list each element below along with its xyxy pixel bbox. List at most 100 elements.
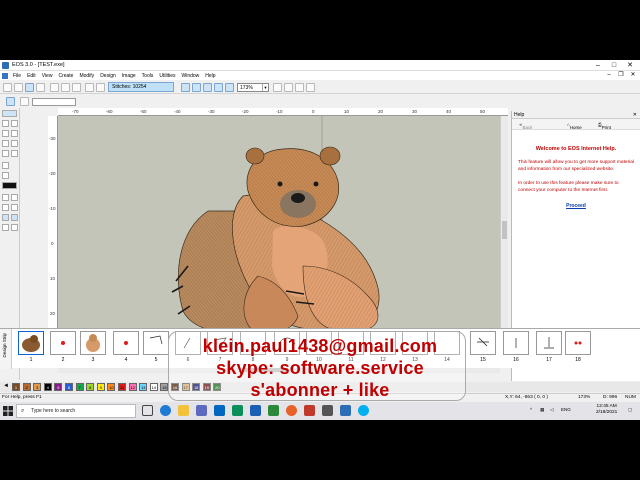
ruler-label: 10 [344,109,350,114]
clock-date: 2/18/2021 [596,410,618,415]
scroll-thumb[interactable] [502,221,507,239]
distribute-tool-icon[interactable] [11,224,18,231]
zoom-out-icon[interactable] [192,83,201,92]
rotate-tool-icon[interactable] [2,194,9,201]
stitch-view-icon[interactable] [306,83,315,92]
reshape-tool-icon[interactable] [2,120,9,127]
monogram-tool-icon[interactable] [2,172,9,179]
group-tool-icon[interactable] [2,214,9,221]
menu-design[interactable]: Design [97,73,119,79]
pointer-tool-icon[interactable] [2,110,17,117]
knife-tool-icon[interactable] [2,130,9,137]
notification-icon[interactable]: ▢ [628,407,632,413]
app-icon-green[interactable] [268,405,279,416]
doc-icon [2,72,8,79]
menu-modify[interactable]: Modify [76,73,97,79]
text-tool-icon[interactable] [2,162,9,169]
help-back-label: Back [522,125,533,130]
language-indicator[interactable]: ENG [561,407,571,412]
ruler-label: 10 [50,276,56,281]
word-icon[interactable] [250,405,261,416]
ruler-label: -30 [208,109,215,114]
applique-tool-icon[interactable] [11,150,18,157]
color-swatch-icon[interactable] [2,182,17,189]
ruler-label: -10 [276,109,283,114]
ruler-icon[interactable] [284,83,293,92]
menu-image[interactable]: Image [119,73,139,79]
fill-tool-icon[interactable] [2,140,9,147]
menu-help[interactable]: Help [202,73,218,79]
overlay-email: klein.paul1438@gmail.com [202,336,438,356]
network-icon[interactable]: ▦ [540,407,544,413]
eraser-tool-icon[interactable] [11,130,18,137]
zoom-select[interactable]: 173% ▼ [237,83,269,92]
copy-icon[interactable] [61,83,70,92]
store-icon[interactable] [196,405,207,416]
grid-icon[interactable] [273,83,282,92]
ungroup-tool-icon[interactable] [11,214,18,221]
windows-start-icon[interactable] [2,405,14,417]
save-icon[interactable] [25,83,34,92]
help-back-button[interactable]: ◄ Back [518,122,532,130]
node-tool-icon[interactable] [11,120,18,127]
volume-icon[interactable]: ◁ [550,407,553,413]
align-tool-icon[interactable] [2,224,9,231]
minimize-button[interactable]: – [590,61,606,70]
maximize-button[interactable]: □ [606,61,622,70]
proceed-link[interactable]: Proceed [512,203,640,209]
undo-icon[interactable] [85,83,94,92]
object-combo[interactable] [32,98,76,106]
task-view-icon[interactable] [142,405,153,416]
select-tool-icon[interactable] [6,97,15,106]
print-icon[interactable] [36,83,45,92]
redo-icon[interactable] [96,83,105,92]
mirror-tool-icon[interactable] [11,194,18,201]
taskbar-search-input[interactable]: ⌕ Type here to search [16,404,136,418]
edge-icon[interactable] [160,405,171,416]
bear-eye-left [277,181,283,187]
run-tool-icon[interactable] [2,150,9,157]
mail-icon[interactable] [214,405,225,416]
new-icon[interactable] [3,83,12,92]
zoom-area-icon[interactable] [214,83,223,92]
chevron-down-icon[interactable]: ▼ [262,84,268,91]
eos-app-icon[interactable] [340,405,351,416]
zoom-in-icon[interactable] [181,83,190,92]
ruler-label: -50 [140,109,147,114]
pdf-icon[interactable] [304,405,315,416]
file-explorer-icon[interactable] [178,405,189,416]
hoop-icon[interactable] [295,83,304,92]
doc-restore-button[interactable]: ❐ [616,71,626,80]
firefox-icon[interactable] [286,405,297,416]
menu-window[interactable]: Window [178,73,202,79]
satin-tool-icon[interactable] [11,140,18,147]
stitch-count: Stitches: 10254 [108,82,174,92]
zoom-tool-icon[interactable] [2,204,9,211]
paste-icon[interactable] [72,83,81,92]
lock-icon[interactable] [20,97,29,106]
spreadsheet-icon[interactable] [232,405,243,416]
zoom-fit-icon[interactable] [203,83,212,92]
ruler-label: 50 [480,109,486,114]
open-icon[interactable] [14,83,23,92]
close-icon[interactable]: ✕ [633,111,637,119]
close-button[interactable]: ✕ [622,61,638,70]
menu-file[interactable]: File [10,73,24,79]
skype-icon[interactable] [358,405,369,416]
help-home-button[interactable]: ⌂ Home [567,122,582,130]
settings-icon[interactable] [322,405,333,416]
menu-create[interactable]: Create [55,73,76,79]
tray-chevron-icon[interactable]: ^ [530,407,532,412]
menu-edit[interactable]: Edit [24,73,39,79]
menu-tools[interactable]: Tools [139,73,157,79]
overlay-skype: skype: software.service [216,358,424,378]
pan-tool-icon[interactable] [11,204,18,211]
help-print-button[interactable]: ⎙ Print [598,122,611,130]
menu-view[interactable]: View [39,73,56,79]
zoom-actual-icon[interactable] [225,83,234,92]
menu-utilities[interactable]: Utilities [156,73,178,79]
doc-close-button[interactable]: ✕ [628,71,638,80]
taskbar-clock[interactable]: 12:45 AM 2/18/2021 [596,404,617,416]
cut-icon[interactable] [50,83,59,92]
doc-minimize-button[interactable]: – [604,71,614,80]
